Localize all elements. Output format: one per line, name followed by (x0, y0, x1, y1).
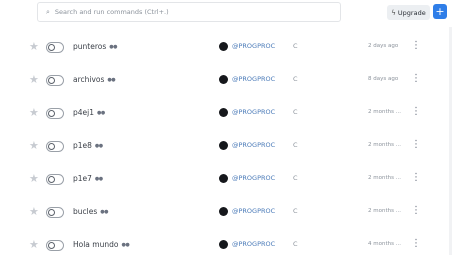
updated-time: 2 months ... (368, 109, 401, 115)
repl-name[interactable]: p1e8 ●● (73, 141, 103, 150)
group-icon: ●● (97, 109, 105, 116)
repl-name[interactable]: p1e7 ●● (73, 174, 103, 183)
repl-name[interactable]: punteros ●● (73, 42, 117, 51)
star-icon[interactable]: ★ (29, 41, 39, 52)
repl-name[interactable]: Hola mundo ●● (73, 240, 130, 249)
group-icon: ●● (100, 208, 108, 215)
bolt-icon: ϟ (391, 8, 396, 17)
toggle-knob (48, 176, 55, 183)
owner-link[interactable]: @PROGPROC (232, 240, 275, 248)
repl-name-text: p1e7 (73, 174, 92, 183)
owner-link[interactable]: @PROGPROC (232, 141, 275, 149)
more-options-icon[interactable]: ⋮ (411, 205, 421, 217)
more-options-icon[interactable]: ⋮ (411, 106, 421, 118)
search-placeholder: Search and run commands (Ctrl+.) (54, 8, 169, 16)
avatar (219, 42, 228, 51)
avatar (219, 75, 228, 84)
repl-name[interactable]: bucles ●● (73, 207, 108, 216)
list-item[interactable]: ★ punteros ●● @PROGPROC C 2 days ago ⋮ (0, 34, 452, 67)
owner-link[interactable]: @PROGPROC (232, 75, 275, 83)
group-icon: ●● (94, 142, 103, 149)
search-icon: ⌕ (46, 7, 50, 16)
updated-time: 8 days ago (368, 76, 399, 82)
star-icon[interactable]: ★ (29, 74, 39, 85)
more-options-icon[interactable]: ⋮ (411, 73, 421, 85)
privacy-toggle[interactable] (46, 174, 64, 185)
owner-link[interactable]: @PROGPROC (232, 174, 275, 182)
privacy-toggle[interactable] (46, 141, 64, 152)
owner-link[interactable]: @PROGPROC (232, 108, 275, 116)
language-label: C (293, 240, 298, 248)
updated-time: 2 months ... (368, 142, 401, 148)
toggle-knob (48, 242, 55, 249)
list-item[interactable]: ★ bucles ●● @PROGPROC C 2 months ... ⋮ (0, 199, 452, 232)
owner-link[interactable]: @PROGPROC (232, 42, 275, 50)
more-options-icon[interactable]: ⋮ (411, 172, 421, 184)
list-item[interactable]: ★ p1e8 ●● @PROGPROC C 2 months ... ⋮ (0, 133, 452, 166)
repl-name-text: bucles (73, 207, 98, 216)
language-label: C (293, 42, 298, 50)
search-input[interactable]: ⌕ Search and run commands (Ctrl+.) (37, 2, 341, 22)
avatar (219, 141, 228, 150)
language-label: C (293, 174, 298, 182)
list-item[interactable]: ★ p4ej1 ●● @PROGPROC C 2 months ... ⋮ (0, 100, 452, 133)
list-item[interactable]: ★ Hola mundo ●● @PROGPROC C 4 months ... … (0, 232, 452, 265)
star-icon[interactable]: ★ (29, 140, 39, 151)
privacy-toggle[interactable] (46, 42, 64, 53)
group-icon: ●● (109, 43, 117, 50)
updated-time: 4 months ... (368, 241, 401, 247)
more-options-icon[interactable]: ⋮ (411, 139, 421, 151)
language-label: C (293, 75, 298, 83)
avatar (219, 108, 228, 117)
more-options-icon[interactable]: ⋮ (411, 40, 421, 52)
repl-name[interactable]: archivos ●● (73, 75, 116, 84)
new-repl-button[interactable]: + (433, 4, 447, 19)
star-icon[interactable]: ★ (29, 107, 39, 118)
group-icon: ●● (121, 241, 130, 248)
privacy-toggle[interactable] (46, 240, 64, 251)
repl-name-text: archivos (73, 75, 105, 84)
toggle-knob (48, 44, 55, 51)
star-icon[interactable]: ★ (29, 206, 39, 217)
repl-name-text: punteros (73, 42, 107, 51)
list-item[interactable]: ★ archivos ●● @PROGPROC C 8 days ago ⋮ (0, 67, 452, 100)
toggle-knob (48, 110, 55, 117)
privacy-toggle[interactable] (46, 75, 64, 86)
owner-link[interactable]: @PROGPROC (232, 207, 275, 215)
toggle-knob (48, 77, 55, 84)
repl-name-text: p4ej1 (73, 108, 95, 117)
repl-name-text: p1e8 (73, 141, 92, 150)
top-bar: ⌕ Search and run commands (Ctrl+.) ϟ Upg… (0, 0, 452, 27)
upgrade-label: Upgrade (397, 8, 426, 17)
avatar (219, 207, 228, 216)
avatar (219, 240, 228, 249)
toggle-knob (48, 143, 55, 150)
upgrade-button[interactable]: ϟ Upgrade (387, 5, 430, 20)
privacy-toggle[interactable] (46, 108, 64, 119)
repl-name[interactable]: p4ej1 ●● (73, 108, 105, 117)
star-icon[interactable]: ★ (29, 173, 39, 184)
privacy-toggle[interactable] (46, 207, 64, 218)
group-icon: ●● (107, 76, 116, 83)
language-label: C (293, 108, 298, 116)
language-label: C (293, 207, 298, 215)
repl-name-text: Hola mundo (73, 240, 119, 249)
language-label: C (293, 141, 298, 149)
toggle-knob (48, 209, 55, 216)
more-options-icon[interactable]: ⋮ (411, 238, 421, 250)
updated-time: 2 months ... (368, 175, 401, 181)
list-item[interactable]: ★ p1e7 ●● @PROGPROC C 2 months ... ⋮ (0, 166, 452, 199)
avatar (219, 174, 228, 183)
group-icon: ●● (94, 175, 103, 182)
updated-time: 2 days ago (368, 43, 399, 49)
star-icon[interactable]: ★ (29, 239, 39, 250)
updated-time: 2 months ... (368, 208, 401, 214)
